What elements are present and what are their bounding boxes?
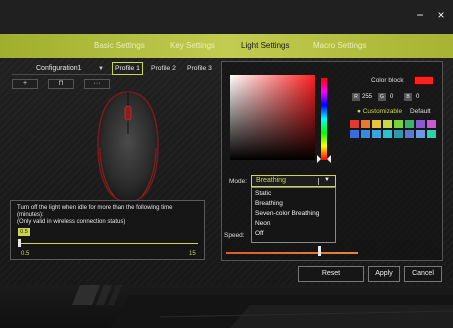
preset-color-swatch[interactable] [350, 130, 359, 138]
idle-slider-thumb[interactable] [18, 239, 21, 247]
mode-option-off[interactable]: Off [255, 229, 335, 239]
preset-color-swatch[interactable] [394, 130, 403, 138]
idle-min-label: 0.5 [21, 251, 30, 257]
preset-color-swatch[interactable] [361, 120, 370, 128]
mode-option-seven-color-breathing[interactable]: Seven-color Breathing [255, 209, 335, 219]
profile-3-button[interactable]: Profile 3 [184, 62, 215, 75]
close-button[interactable]: × [434, 8, 448, 22]
mode-select[interactable]: Breathing ▼ [251, 175, 336, 187]
speed-slider-thumb[interactable] [318, 246, 322, 256]
blue-key: B [404, 93, 412, 101]
tab-light-settings[interactable]: Light Settings [241, 34, 289, 58]
preset-color-swatch[interactable] [427, 130, 436, 138]
mode-option-breathing[interactable]: Breathing [255, 199, 335, 209]
tab-key-settings[interactable]: Key Settings [170, 34, 215, 58]
preset-color-swatch[interactable] [383, 120, 392, 128]
idle-value-badge: 0.5 [18, 228, 30, 236]
red-key: R [352, 93, 360, 101]
preset-color-swatch[interactable] [372, 120, 381, 128]
mode-selected-value: Breathing [256, 177, 286, 184]
preset-color-swatch[interactable] [383, 130, 392, 138]
minimize-button[interactable]: − [413, 8, 427, 22]
green-key: G [378, 93, 386, 101]
bottom-decoration [0, 285, 453, 328]
idle-timeout-panel: Turn off the light when idle for more th… [10, 200, 205, 260]
tab-macro-settings[interactable]: Macro Settings [313, 34, 366, 58]
preset-color-swatch[interactable] [416, 130, 425, 138]
save-configuration-button[interactable]: ⊓ [48, 79, 74, 89]
light-settings-panel: Color block R 255 G 0 B 0 ● Customizable… [221, 61, 443, 261]
mouse-image [92, 88, 164, 206]
speed-slider-track[interactable] [226, 252, 358, 254]
hue-pointer-icon[interactable] [317, 155, 331, 163]
preset-color-swatch[interactable] [394, 120, 403, 128]
preset-color-swatch[interactable] [405, 120, 414, 128]
tab-basic-settings[interactable]: Basic Settings [94, 34, 145, 58]
chevron-down-icon: ▼ [98, 66, 104, 72]
mouse-icon [97, 91, 159, 203]
customizable-radio[interactable]: ● Customizable [357, 108, 402, 115]
mode-dropdown-list: Static Breathing Seven-color Breathing N… [251, 187, 336, 243]
settings-nav: Basic Settings Key Settings Light Settin… [0, 34, 453, 58]
current-color-swatch [414, 76, 434, 85]
mouse-software-window: − × Basic Settings Key Settings Light Se… [0, 0, 453, 328]
chevron-down-icon: ▼ [324, 177, 330, 183]
mode-select-divider [318, 178, 319, 185]
picker-black-gradient [230, 75, 315, 160]
preset-color-swatch[interactable] [405, 130, 414, 138]
preset-color-swatch[interactable] [372, 130, 381, 138]
add-configuration-button[interactable]: + [12, 79, 38, 89]
preset-color-swatch[interactable] [350, 120, 359, 128]
profile-2-button[interactable]: Profile 2 [148, 62, 179, 75]
idle-max-label: 15 [189, 251, 196, 257]
hue-slider[interactable] [321, 78, 327, 160]
title-bar: − × [0, 0, 453, 34]
stripe-decoration-icon [72, 285, 453, 328]
blue-value-input[interactable]: 0 [416, 93, 430, 101]
preset-color-swatch[interactable] [416, 120, 425, 128]
green-value-input[interactable]: 0 [390, 93, 404, 101]
preset-color-swatch[interactable] [361, 130, 370, 138]
configuration-select[interactable]: Configuration1 ▼ [12, 63, 116, 75]
cancel-button[interactable]: Cancel [404, 266, 442, 282]
idle-slider-track[interactable] [18, 243, 198, 244]
apply-button[interactable]: Apply [368, 266, 400, 282]
configuration-value: Configuration1 [36, 65, 82, 72]
preset-color-swatches [350, 120, 438, 140]
idle-description: Turn off the light when idle for more th… [17, 205, 173, 225]
mode-option-neon[interactable]: Neon [255, 219, 335, 229]
preset-color-swatch[interactable] [427, 120, 436, 128]
rgb-inputs: R 255 G 0 B 0 [352, 93, 438, 103]
default-radio[interactable]: Default [410, 108, 431, 115]
mode-option-static[interactable]: Static [255, 189, 335, 199]
red-value-input[interactable]: 255 [362, 93, 376, 101]
color-block-label: Color block [371, 77, 404, 84]
profile-1-button[interactable]: Profile 1 [112, 62, 143, 75]
color-picker-area[interactable] [230, 75, 315, 160]
speed-label: Speed: [224, 232, 245, 239]
reset-button[interactable]: Reset [298, 266, 364, 282]
mode-label: Mode: [229, 178, 248, 185]
